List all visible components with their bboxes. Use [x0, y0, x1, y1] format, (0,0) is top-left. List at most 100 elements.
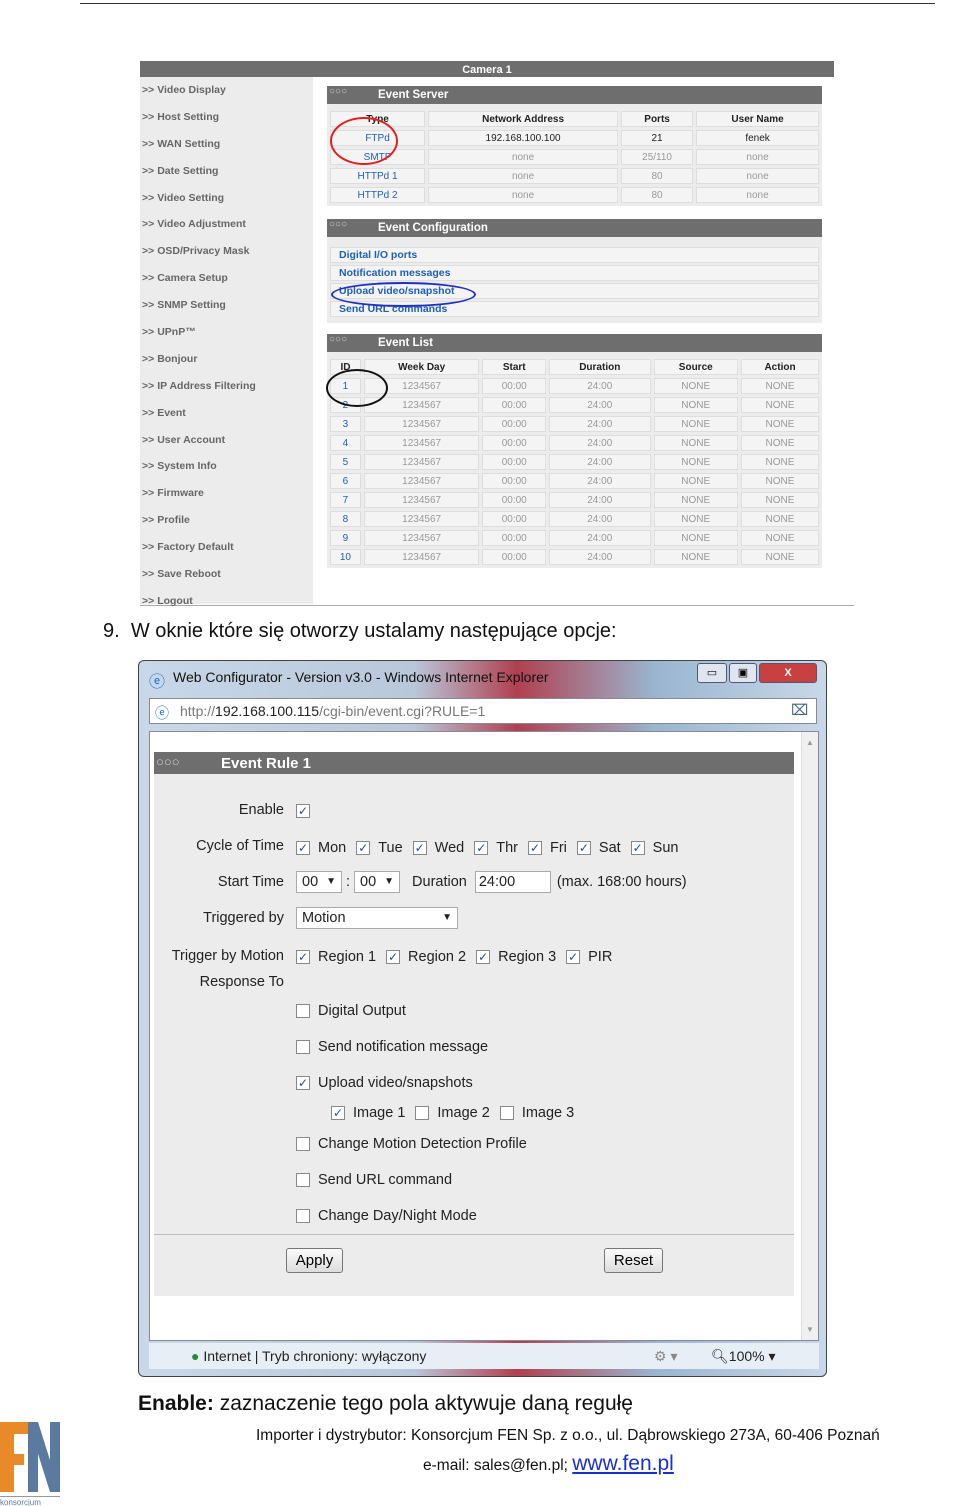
sidebar-item[interactable]: >> Date Setting	[140, 158, 313, 185]
option[interactable]: ✓ Wed	[412, 840, 464, 856]
table-row[interactable]: 3 1234567 00:00 24:00 NONE NONE	[330, 416, 819, 432]
table-cell[interactable]: HTTPd 2	[330, 187, 426, 203]
checkbox[interactable]	[296, 1040, 310, 1054]
table-row[interactable]: SMTP none 25/110 none	[330, 149, 819, 165]
sidebar-item[interactable]: >> User Account	[140, 427, 313, 454]
table-cell[interactable]: 6	[330, 473, 361, 489]
sidebar-item[interactable]: >> Profile	[140, 507, 313, 534]
option[interactable]: Send URL command	[296, 1172, 452, 1188]
triggered-select[interactable]: Motion ▼	[296, 907, 458, 929]
checkbox[interactable]: ✓	[331, 1106, 345, 1120]
option[interactable]: ✓ Thr	[474, 840, 518, 856]
sidebar-item[interactable]: >> Video Adjustment	[140, 211, 313, 238]
table-cell[interactable]: 5	[330, 454, 361, 470]
checkbox[interactable]: ✓	[412, 841, 427, 855]
reset-button[interactable]: Reset	[604, 1248, 663, 1273]
checkbox[interactable]: ✓	[296, 950, 310, 964]
option[interactable]: ✓ Tue	[356, 840, 403, 856]
table-cell[interactable]: 9	[330, 530, 361, 546]
config-link[interactable]: Notification messages	[330, 265, 819, 281]
option[interactable]: ✓ Mon	[296, 840, 346, 856]
duration-input[interactable]: 24:00	[474, 871, 551, 893]
option[interactable]: ✓ Region 1	[296, 949, 376, 965]
table-row[interactable]: 10 1234567 00:00 24:00 NONE NONE	[330, 549, 819, 565]
sidebar-item[interactable]: >> IP Address Filtering	[140, 373, 313, 400]
checkbox[interactable]: ✓	[296, 1076, 310, 1090]
checkbox[interactable]: ✓	[474, 841, 489, 855]
checkbox[interactable]	[296, 1209, 310, 1223]
address-bar[interactable]: http://192.168.100.115/cgi-bin/event.cgi…	[149, 698, 817, 724]
sidebar-item[interactable]: >> Host Setting	[140, 104, 313, 131]
table-cell[interactable]: 7	[330, 492, 361, 508]
checkbox[interactable]	[296, 1173, 310, 1187]
table-row[interactable]: 4 1234567 00:00 24:00 NONE NONE	[330, 435, 819, 451]
sidebar-item[interactable]: >> Video Display	[140, 77, 313, 104]
table-cell[interactable]: HTTPd 1	[330, 168, 426, 184]
option[interactable]: ✓ Region 2	[386, 949, 466, 965]
option[interactable]: ✓ Sun	[630, 840, 678, 856]
option[interactable]: ✓ Region 3	[476, 949, 556, 965]
sidebar-item[interactable]: >> SNMP Setting	[140, 292, 313, 319]
sidebar-item[interactable]: >> Video Setting	[140, 185, 313, 212]
sidebar-item[interactable]: >> Factory Default	[140, 534, 313, 561]
zoom-control[interactable]: 🔍︎100% ▾	[711, 1343, 776, 1369]
table-row[interactable]: HTTPd 2 none 80 none	[330, 187, 819, 203]
sidebar-item[interactable]: >> Logout	[140, 588, 313, 615]
option[interactable]: ✓ Sat	[576, 840, 621, 856]
sidebar-item[interactable]: >> Save Reboot	[140, 561, 313, 588]
enable-checkbox[interactable]: ✓	[296, 804, 310, 818]
sidebar-item[interactable]: >> Firmware	[140, 480, 313, 507]
table-cell[interactable]: 4	[330, 435, 361, 451]
compatibility-icon[interactable]: ⌧	[791, 701, 808, 719]
table-row[interactable]: 7 1234567 00:00 24:00 NONE NONE	[330, 492, 819, 508]
option[interactable]: Image 3	[499, 1105, 574, 1121]
config-link[interactable]: Digital I/O ports	[330, 247, 819, 263]
checkbox[interactable]: ✓	[576, 841, 591, 855]
table-row[interactable]: 5 1234567 00:00 24:00 NONE NONE	[330, 454, 819, 470]
apply-button[interactable]: Apply	[286, 1248, 343, 1273]
table-row[interactable]: 2 1234567 00:00 24:00 NONE NONE	[330, 397, 819, 413]
checkbox[interactable]: ✓	[386, 950, 401, 964]
table-row[interactable]: 9 1234567 00:00 24:00 NONE NONE	[330, 530, 819, 546]
checkbox[interactable]: ✓	[630, 841, 645, 855]
checkbox[interactable]	[296, 1137, 310, 1151]
checkbox[interactable]: ✓	[356, 841, 371, 855]
minimize-button[interactable]: ▭	[697, 663, 727, 683]
checkbox[interactable]	[499, 1106, 514, 1120]
option[interactable]: Change Day/Night Mode	[296, 1208, 477, 1224]
checkbox[interactable]: ✓	[566, 950, 581, 964]
sidebar-item[interactable]: >> Camera Setup	[140, 265, 313, 292]
sidebar-item[interactable]: >> Event	[140, 400, 313, 427]
table-row[interactable]: 8 1234567 00:00 24:00 NONE NONE	[330, 511, 819, 527]
table-cell[interactable]: 10	[330, 549, 361, 565]
security-icon[interactable]: ⚙ ▾	[654, 1343, 677, 1369]
sidebar-item[interactable]: >> System Info	[140, 453, 313, 480]
option[interactable]: Change Motion Detection Profile	[296, 1136, 527, 1152]
maximize-button[interactable]: ▣	[729, 663, 757, 683]
option[interactable]: Send notification message	[296, 1039, 488, 1055]
table-row[interactable]: HTTPd 1 none 80 none	[330, 168, 819, 184]
sidebar-item[interactable]: >> UPnP™	[140, 319, 313, 346]
table-cell[interactable]: 3	[330, 416, 361, 432]
start-hour-select[interactable]: 00 ▼	[296, 871, 342, 893]
start-minute-select[interactable]: 00 ▼	[354, 871, 401, 893]
checkbox[interactable]	[296, 1004, 310, 1018]
checkbox[interactable]: ✓	[527, 841, 542, 855]
sidebar-item[interactable]: >> Bonjour	[140, 346, 313, 373]
table-cell[interactable]: 8	[330, 511, 361, 527]
checkbox[interactable]: ✓	[476, 950, 491, 964]
checkbox[interactable]	[415, 1106, 430, 1120]
sidebar-item[interactable]: >> WAN Setting	[140, 131, 313, 158]
table-row[interactable]: FTPd 192.168.100.100 21 fenek	[330, 130, 819, 146]
website-link[interactable]: www.fen.pl	[572, 1452, 674, 1475]
option[interactable]: Image 2	[415, 1105, 490, 1121]
option[interactable]: ✓ PIR	[566, 949, 612, 965]
close-button[interactable]: X	[759, 663, 817, 683]
option[interactable]: ✓ Fri	[527, 840, 567, 856]
option[interactable]: ✓ Image 1	[331, 1105, 405, 1121]
table-row[interactable]: 6 1234567 00:00 24:00 NONE NONE	[330, 473, 819, 489]
checkbox[interactable]: ✓	[296, 841, 310, 855]
sidebar-item[interactable]: >> OSD/Privacy Mask	[140, 238, 313, 265]
option[interactable]: ✓ Upload video/snapshots	[296, 1075, 473, 1091]
table-row[interactable]: 1 1234567 00:00 24:00 NONE NONE	[330, 378, 819, 394]
